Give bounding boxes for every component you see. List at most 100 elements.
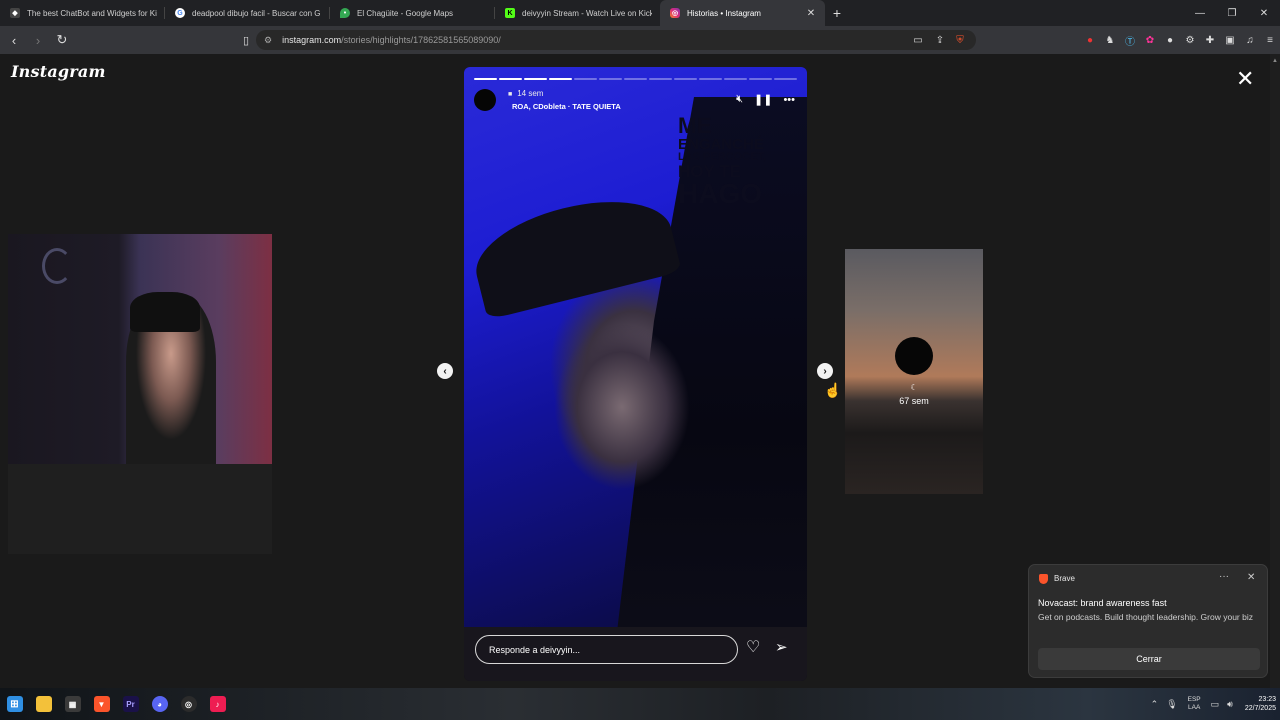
windows-taskbar: ⊞ ▦ ▼ Pr ◕ ◎ ♪ ⌃ 🎙︎ ESP LAA ▭ 🔊︎ 23:23 22/… (0, 688, 1280, 720)
highlight-icon: ■ (508, 91, 513, 98)
story-music[interactable]: ROA, CDobleta · TATE QUIETA (512, 102, 621, 111)
like-heart-icon[interactable]: ♡ (746, 640, 760, 656)
clock[interactable]: 23:23 22/7/2025 (1245, 695, 1276, 713)
story-progress-segment (649, 78, 672, 80)
windows-icon: ⊞ (6, 696, 23, 712)
brave-logo-icon (1039, 574, 1048, 584)
tab-google-maps[interactable]: • El Chagüite - Google Maps (330, 0, 495, 26)
toolbar-right: ▭ ⇪ ⛨ ● ♞ Ⓣ ✿ ● ⚙ ✚ ▣ ♫ ≡ (908, 30, 1280, 50)
navigation-bar: ‹ › ↻ ▯ ⚙ instagram.com/stories/highligh… (0, 26, 1280, 54)
story-progress-segment (549, 78, 572, 80)
notification-more-icon[interactable]: ··· (1219, 571, 1229, 582)
tab-label: The best ChatBot and Widgets for Ki (27, 8, 157, 18)
more-options-icon[interactable]: ••• (783, 94, 795, 106)
microphone-icon[interactable]: 🎙︎ (1166, 699, 1177, 710)
previous-story-button[interactable]: ‹ (437, 363, 453, 379)
next-story-button[interactable]: › (817, 363, 833, 379)
story-time-text: 14 sem (517, 89, 544, 98)
window-controls: — ❐ ✕ (1184, 0, 1280, 26)
tab-label: Historias • Instagram (687, 8, 761, 18)
media-icon[interactable]: ♫ (1240, 30, 1260, 50)
tab-label: deivyyin Stream - Watch Live on Kick (522, 8, 652, 18)
tray-overflow-icon[interactable]: ⌃ (1151, 699, 1159, 710)
back-icon[interactable]: ‹ (4, 30, 24, 50)
scroll-up-icon[interactable]: ▲ (1272, 58, 1278, 64)
notification-close-button[interactable]: Cerrar (1038, 648, 1260, 670)
lang-line-2: LAA (1188, 704, 1201, 711)
address-bar[interactable]: ⚙ instagram.com/stories/highlights/17862… (256, 30, 976, 50)
start-button[interactable]: ⊞ (0, 688, 29, 720)
tab-label: deadpool dibujo facil - Buscar con G (192, 8, 321, 18)
mute-icon[interactable]: 🔇︎ (736, 93, 743, 106)
overlay-line: ENGANCHÉ (678, 136, 764, 153)
notification-app-name: Brave (1054, 574, 1075, 583)
story-text-overlay: ME ENGANCHÉ LAS PERCOCET, HOY TE HAGO (678, 115, 766, 208)
site-info-icon[interactable]: ⚙ (264, 35, 272, 46)
share-icon[interactable]: ⇪ (930, 30, 950, 50)
restore-icon[interactable]: ❐ (1216, 0, 1248, 26)
instagram-logo[interactable]: Instagram (11, 62, 106, 81)
story-progress-segment (524, 78, 547, 80)
premiere-button[interactable]: Pr (116, 688, 145, 720)
story-progress-segment (674, 78, 697, 80)
record-extension-icon[interactable]: ● (1080, 30, 1100, 50)
forward-icon[interactable]: › (28, 30, 48, 50)
cast-icon[interactable]: ▭ (908, 30, 928, 50)
reload-icon[interactable]: ↻ (52, 30, 72, 50)
brave-taskbar-button[interactable]: ▼ (87, 688, 116, 720)
story-controls: 🔇︎ ❚❚ ••• (736, 93, 795, 106)
hand-cursor-icon: ☝ (824, 382, 842, 398)
overlay-line: LAS PERCOCET, (678, 151, 767, 163)
tab-close-icon[interactable]: ✕ (805, 8, 817, 19)
network-icon[interactable]: ▭ (1211, 699, 1220, 710)
story-timestamp: ■ 14 sem (508, 89, 543, 98)
avatar[interactable] (474, 89, 496, 111)
new-tab-button[interactable]: + (825, 5, 849, 21)
lang-line-1: ESP (1187, 696, 1201, 703)
system-tray: ⌃ 🎙︎ ESP LAA ▭ 🔊︎ 23:23 22/7/2025 (1147, 688, 1280, 720)
translate-extension-icon[interactable]: Ⓣ (1120, 30, 1140, 50)
colorful-extension-icon[interactable]: ✿ (1140, 30, 1160, 50)
tiktok-button[interactable]: ♪ (203, 688, 232, 720)
tab-chatbot[interactable]: ◆ The best ChatBot and Widgets for Ki (0, 0, 165, 26)
tab-instagram[interactable]: ◎ Historias • Instagram ✕ (660, 0, 825, 26)
send-icon[interactable]: ➢ (775, 640, 788, 655)
close-window-icon[interactable]: ✕ (1248, 0, 1280, 26)
notification-close-icon[interactable]: ✕ (1247, 572, 1255, 583)
url-host: instagram.com (282, 35, 342, 45)
brave-shields-icon[interactable]: ⛨ (950, 30, 970, 50)
wallet-icon[interactable]: ▣ (1220, 30, 1240, 50)
store-button[interactable]: ▦ (58, 688, 87, 720)
bookmark-icon[interactable]: ▯ (236, 30, 256, 50)
close-story-icon[interactable]: ✕ (1236, 68, 1254, 90)
settings-icon[interactable]: ⚙ (1180, 30, 1200, 50)
streamer-cap (130, 292, 200, 332)
profile-dot-icon[interactable]: ● (1160, 30, 1180, 50)
notification-body: Get on podcasts. Build thought leadershi… (1038, 612, 1253, 622)
brave-notification[interactable]: Brave ··· ✕ Novacast: brand awareness fa… (1028, 564, 1268, 678)
story-viewer[interactable]: ■ 14 sem ROA, CDobleta · TATE QUIETA 🔇︎ ❚… (464, 67, 807, 681)
story-progress-segment (624, 78, 647, 80)
previous-story-preview[interactable] (8, 234, 272, 554)
input-language[interactable]: ESP LAA (1188, 696, 1201, 712)
extension-icon[interactable]: ♞ (1100, 30, 1120, 50)
menu-icon[interactable]: ≡ (1260, 30, 1280, 50)
file-explorer-button[interactable] (29, 688, 58, 720)
discord-button[interactable]: ◕ (145, 688, 174, 720)
reply-input[interactable]: Responde a deivyyin... (475, 635, 738, 664)
minimize-icon[interactable]: — (1184, 0, 1216, 26)
obs-button[interactable]: ◎ (174, 688, 203, 720)
page-scrollbar[interactable]: ▲ (1270, 54, 1280, 688)
instagram-icon: ◎ (670, 8, 680, 18)
tab-kick-stream[interactable]: K deivyyin Stream - Watch Live on Kick (495, 0, 660, 26)
volume-icon[interactable]: 🔊︎ (1227, 699, 1233, 710)
brave-icon: ▼ (93, 696, 110, 712)
google-icon: G (175, 8, 185, 18)
webcam-overlay (8, 234, 272, 464)
pause-icon[interactable]: ❚❚ (754, 93, 772, 106)
url-path: /stories/highlights/17862581565089090/ (341, 35, 501, 45)
extensions-puzzle-icon[interactable]: ✚ (1200, 30, 1220, 50)
story-progress-segment (599, 78, 622, 80)
tab-google-search[interactable]: G deadpool dibujo facil - Buscar con G (165, 0, 330, 26)
next-story-preview[interactable]: ☾ 67 sem (845, 249, 983, 494)
